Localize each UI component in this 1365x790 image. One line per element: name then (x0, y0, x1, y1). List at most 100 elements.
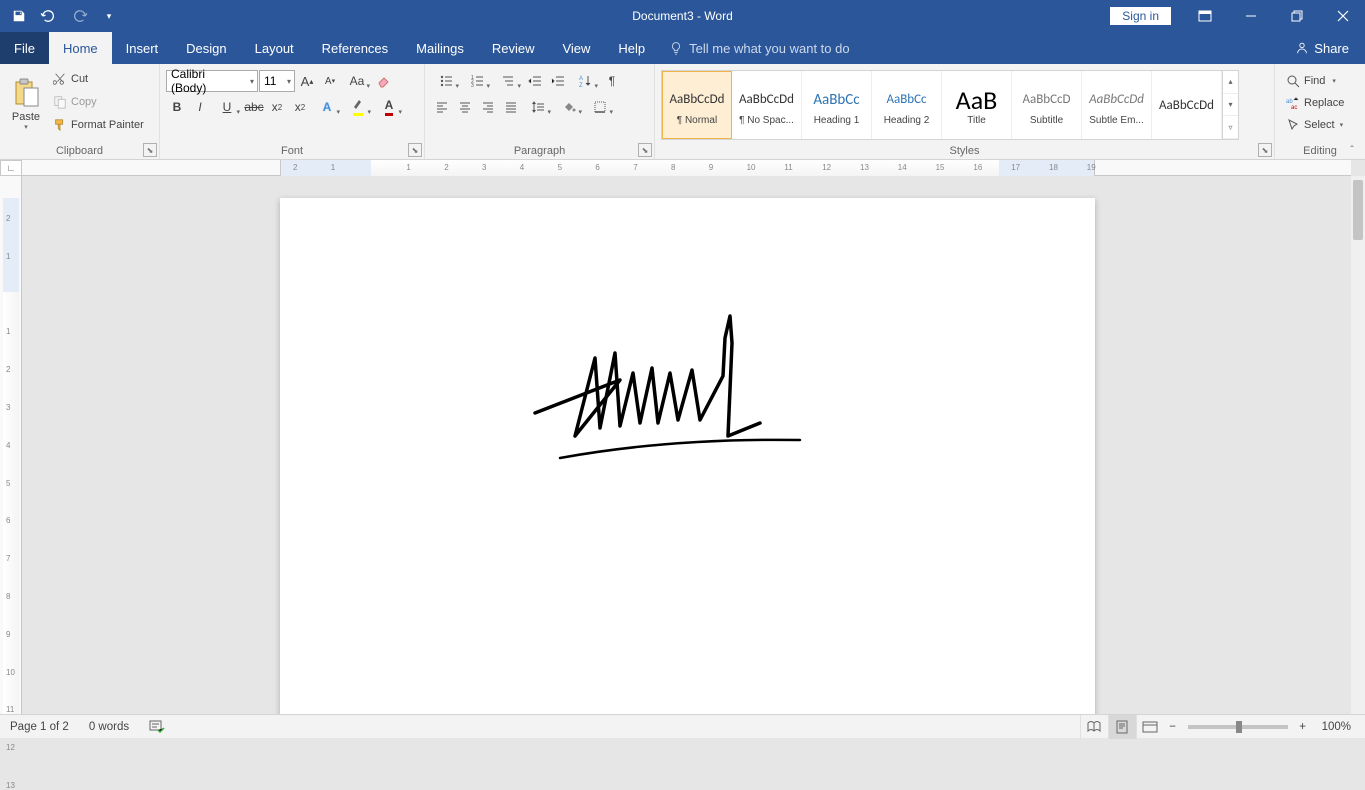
tab-layout[interactable]: Layout (241, 32, 308, 64)
ribbon: Paste ▾ Cut Copy Format Painter Clipboar… (0, 64, 1365, 160)
scrollbar-thumb[interactable] (1353, 180, 1363, 240)
format-painter-icon (52, 117, 68, 133)
style-item[interactable]: AaBbCcDd¶ No Spac... (732, 71, 802, 139)
qat-customize-button[interactable]: ▾ (96, 3, 122, 29)
styles-gallery[interactable]: AaBbCcDd¶ NormalAaBbCcDd¶ No Spac...AaBb… (661, 70, 1239, 140)
gallery-down[interactable]: ▾ (1223, 94, 1238, 117)
undo-button[interactable] (36, 3, 62, 29)
paragraph-dialog-launcher[interactable]: ⬊ (638, 143, 652, 157)
page-number-status[interactable]: Page 1 of 2 (0, 721, 79, 733)
close-button[interactable] (1321, 0, 1365, 32)
shrink-font-button[interactable]: A▾ (319, 70, 341, 92)
copy-button[interactable]: Copy (48, 91, 148, 113)
subscript-button[interactable]: x2 (266, 96, 288, 118)
zoom-out-button[interactable]: − (1164, 721, 1182, 733)
quick-access-toolbar: ▾ (0, 3, 122, 29)
print-layout-button[interactable] (1108, 715, 1136, 739)
web-layout-button[interactable] (1136, 715, 1164, 739)
style-item[interactable]: AaBbCcDdSubtle Em... (1082, 71, 1152, 139)
strikethrough-button[interactable]: abc (243, 96, 265, 118)
text-effects-button[interactable]: A (312, 96, 342, 118)
clipboard-dialog-launcher[interactable]: ⬊ (143, 143, 157, 157)
sort-button[interactable]: AZ (570, 70, 600, 92)
grow-font-button[interactable]: A▴ (296, 70, 318, 92)
select-button[interactable]: Select ▾ (1281, 114, 1347, 136)
maximize-button[interactable] (1275, 0, 1319, 32)
bullets-button[interactable] (431, 70, 461, 92)
document-page[interactable] (280, 198, 1095, 714)
document-workspace: ∟ 2112345678910111213141516171819 211234… (0, 160, 1365, 714)
change-case-button[interactable]: Aa (342, 70, 372, 92)
style-item[interactable]: AaBTitle (942, 71, 1012, 139)
read-mode-button[interactable] (1080, 715, 1108, 739)
horizontal-ruler[interactable]: 2112345678910111213141516171819 (22, 160, 1351, 176)
tab-stop-selector[interactable]: ∟ (0, 160, 22, 176)
ribbon-display-options-button[interactable] (1183, 0, 1227, 32)
tab-view[interactable]: View (548, 32, 604, 64)
vertical-ruler[interactable]: 2112345678910111213 (0, 176, 22, 714)
font-name-select[interactable]: Calibri (Body) (166, 70, 258, 92)
multilevel-list-button[interactable] (493, 70, 523, 92)
save-button[interactable] (6, 3, 32, 29)
clear-formatting-button[interactable] (373, 70, 395, 92)
italic-button[interactable]: I (189, 96, 211, 118)
share-button[interactable]: Share (1279, 32, 1365, 64)
gallery-up[interactable]: ▴ (1223, 71, 1238, 94)
shading-button[interactable] (554, 96, 584, 118)
tell-me-search[interactable]: Tell me what you want to do (659, 32, 859, 64)
style-item[interactable]: AaBbCcHeading 2 (872, 71, 942, 139)
superscript-button[interactable]: x2 (289, 96, 311, 118)
justify-button[interactable] (500, 96, 522, 118)
window-title: Document3 - Word (632, 9, 733, 23)
font-color-button[interactable]: A (374, 96, 404, 118)
find-button[interactable]: Find ▾ (1281, 70, 1340, 92)
tab-insert[interactable]: Insert (112, 32, 173, 64)
zoom-level[interactable]: 100% (1312, 721, 1365, 733)
styles-dialog-launcher[interactable]: ⬊ (1258, 143, 1272, 157)
replace-button[interactable]: abac Replace (1281, 92, 1348, 114)
tab-file[interactable]: File (0, 32, 49, 64)
paste-button[interactable]: Paste ▾ (6, 68, 46, 140)
bold-button[interactable]: B (166, 96, 188, 118)
document-scroll-area[interactable] (22, 176, 1351, 714)
format-painter-button[interactable]: Format Painter (48, 114, 148, 136)
minimize-button[interactable] (1229, 0, 1273, 32)
tab-help[interactable]: Help (604, 32, 659, 64)
tab-home[interactable]: Home (49, 32, 112, 64)
style-item[interactable]: AaBbCcHeading 1 (802, 71, 872, 139)
underline-button[interactable]: U (212, 96, 242, 118)
show-hide-paragraph-button[interactable]: ¶ (601, 70, 623, 92)
zoom-slider-thumb[interactable] (1236, 721, 1242, 733)
cut-button[interactable]: Cut (48, 68, 148, 90)
numbering-button[interactable]: 123 (462, 70, 492, 92)
zoom-slider[interactable] (1188, 725, 1288, 729)
increase-indent-button[interactable] (547, 70, 569, 92)
tab-references[interactable]: References (308, 32, 402, 64)
proofing-icon (149, 720, 165, 734)
align-center-button[interactable] (454, 96, 476, 118)
highlight-button[interactable] (343, 96, 373, 118)
redo-button[interactable] (66, 3, 92, 29)
align-right-button[interactable] (477, 96, 499, 118)
tab-design[interactable]: Design (172, 32, 240, 64)
gallery-more[interactable]: ▿ (1223, 116, 1238, 139)
spelling-status[interactable] (139, 720, 175, 734)
align-left-button[interactable] (431, 96, 453, 118)
style-item[interactable]: AaBbCcDd (1152, 71, 1222, 139)
style-item[interactable]: AaBbCcDd¶ Normal (662, 71, 732, 139)
sign-in-button[interactable]: Sign in (1110, 7, 1171, 25)
font-dialog-launcher[interactable]: ⬊ (408, 143, 422, 157)
status-bar: Page 1 of 2 0 words − + 100% (0, 714, 1365, 738)
tab-mailings[interactable]: Mailings (402, 32, 478, 64)
borders-button[interactable] (585, 96, 615, 118)
decrease-indent-button[interactable] (524, 70, 546, 92)
collapse-ribbon-button[interactable]: ˆ (1343, 143, 1361, 157)
tab-review[interactable]: Review (478, 32, 549, 64)
style-item[interactable]: AaBbCcDSubtitle (1012, 71, 1082, 139)
word-count-status[interactable]: 0 words (79, 721, 139, 733)
font-size-select[interactable]: 11 (259, 70, 295, 92)
zoom-in-button[interactable]: + (1294, 721, 1312, 733)
gallery-scroll: ▴▾▿ (1222, 71, 1238, 139)
line-spacing-button[interactable] (523, 96, 553, 118)
vertical-scrollbar[interactable] (1351, 176, 1365, 714)
